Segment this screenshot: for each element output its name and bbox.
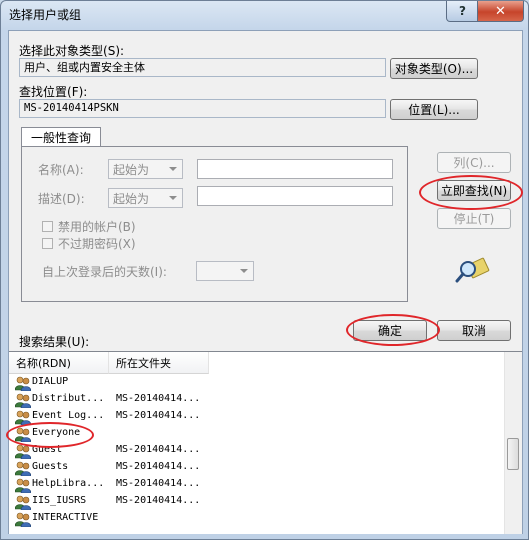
row-name: DIALUP <box>32 376 69 387</box>
row-folder: MS-20140414... <box>116 393 201 404</box>
search-results-label: 搜索结果(U): <box>19 335 90 349</box>
search-results-list[interactable]: 名称(RDN) 所在文件夹 DIALUP Distribut... MS-20140… <box>9 351 522 534</box>
row-name: Distribut... <box>32 393 105 404</box>
name-label: 名称(A): <box>38 163 84 177</box>
window-title: 选择用户或组 <box>9 8 82 22</box>
row-name: INTERACTIVE <box>32 512 99 523</box>
table-row[interactable]: HelpLibra... MS-20140414... <box>9 477 504 494</box>
column-header-name[interactable]: 名称(RDN) <box>9 352 109 374</box>
cancel-button[interactable]: 取消 <box>437 320 511 341</box>
ok-button[interactable]: 确定 <box>353 320 427 341</box>
non-expiring-password-label: 不过期密码(X) <box>58 237 136 251</box>
non-expiring-password-checkbox[interactable] <box>42 238 53 249</box>
dialog-window: 选择用户或组 ? ✕ 选择此对象类型(S): 用户、组或内置安全主体 对象类型(… <box>0 0 529 540</box>
row-folder: MS-20140414... <box>116 461 201 472</box>
table-row[interactable]: Guest MS-20140414... <box>9 443 504 460</box>
columns-button[interactable]: 列(C)... <box>437 152 511 173</box>
days-since-logon-label: 自上次登录后的天数(I): <box>42 265 167 279</box>
row-name: Guests <box>32 461 69 472</box>
find-now-button[interactable]: 立即查找(N) <box>437 180 511 201</box>
row-name: HelpLibra... <box>32 478 105 489</box>
close-button[interactable]: ✕ <box>477 1 524 22</box>
table-row[interactable]: Distribut... MS-20140414... <box>9 392 504 409</box>
stop-button[interactable]: 停止(T) <box>437 208 511 229</box>
row-name: IIS_IUSRS <box>32 495 87 506</box>
row-folder: MS-20140414... <box>116 478 201 489</box>
description-label: 描述(D): <box>38 192 85 206</box>
days-since-logon-select[interactable] <box>196 261 254 281</box>
row-name: Event Log... <box>32 410 105 421</box>
chevron-down-icon <box>169 167 177 171</box>
location-label: 查找位置(F): <box>19 85 88 99</box>
vertical-scrollbar[interactable] <box>504 352 522 534</box>
table-row[interactable]: Event Log... MS-20140414... <box>9 409 504 426</box>
object-types-button[interactable]: 对象类型(O)... <box>390 58 478 79</box>
disabled-accounts-checkbox[interactable] <box>42 221 53 232</box>
description-input[interactable] <box>197 186 393 206</box>
close-icon: ✕ <box>495 3 506 19</box>
general-query-panel: 名称(A): 起始为 描述(D): 起始为 禁用的帐户(B) 不过期密码(X) … <box>21 146 408 302</box>
name-input[interactable] <box>197 159 393 179</box>
location-field: MS-20140414PSKN <box>19 99 386 118</box>
title-bar[interactable]: 选择用户或组 ? ✕ <box>1 1 528 29</box>
locations-button[interactable]: 位置(L)... <box>390 99 478 120</box>
row-name: Everyone <box>32 427 81 438</box>
tab-general-query[interactable]: 一般性查询 <box>21 127 101 147</box>
dialog-client: 选择此对象类型(S): 用户、组或内置安全主体 对象类型(O)... 查找位置(… <box>8 30 523 534</box>
table-row[interactable]: Everyone <box>9 426 504 443</box>
help-button[interactable]: ? <box>446 1 479 22</box>
object-type-field: 用户、组或内置安全主体 <box>19 58 386 77</box>
table-row[interactable]: DIALUP <box>9 375 504 392</box>
table-row[interactable]: INTERACTIVE <box>9 511 504 528</box>
row-folder: MS-20140414... <box>116 444 201 455</box>
name-mode-select[interactable]: 起始为 <box>108 159 183 179</box>
disabled-accounts-label: 禁用的帐户(B) <box>58 220 136 234</box>
column-header-folder[interactable]: 所在文件夹 <box>109 352 209 374</box>
chevron-down-icon <box>169 196 177 200</box>
description-mode-select[interactable]: 起始为 <box>108 188 183 208</box>
row-folder: MS-20140414... <box>116 495 201 506</box>
scrollbar-thumb[interactable] <box>507 438 519 470</box>
help-icon: ? <box>459 4 466 18</box>
table-row[interactable]: Guests MS-20140414... <box>9 460 504 477</box>
object-type-label: 选择此对象类型(S): <box>19 44 125 58</box>
row-name: Guest <box>32 444 63 455</box>
table-row[interactable]: IIS_IUSRS MS-20140414... <box>9 494 504 511</box>
tab-label: 一般性查询 <box>30 131 91 145</box>
chevron-down-icon <box>240 269 248 273</box>
row-folder: MS-20140414... <box>116 410 201 421</box>
search-magnifier-icon <box>455 257 490 283</box>
